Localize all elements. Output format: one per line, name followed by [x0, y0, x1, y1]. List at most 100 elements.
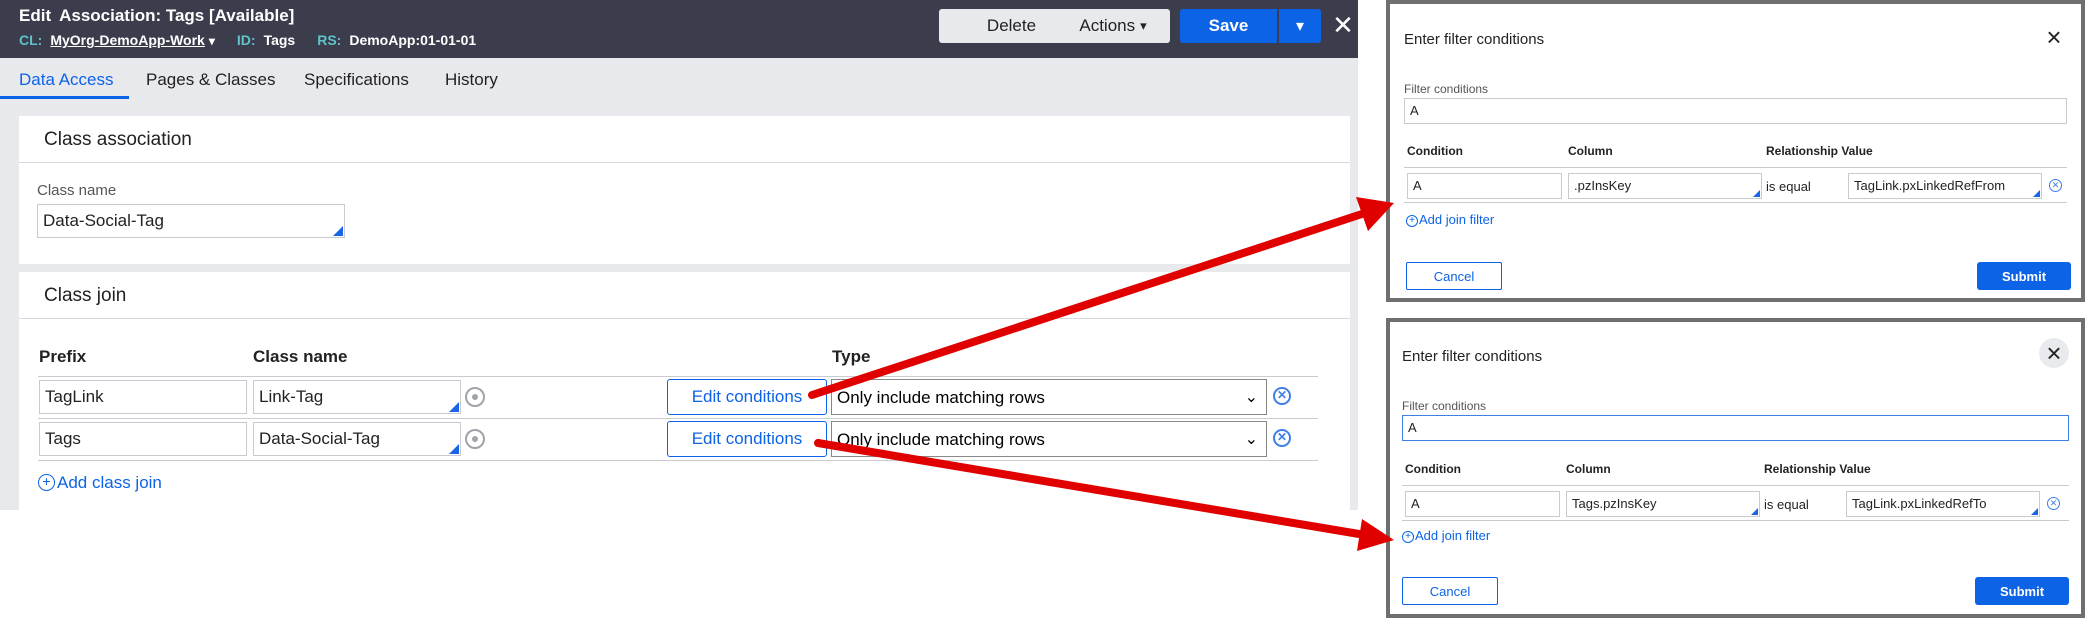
tab-data-access[interactable]: Data Access — [19, 70, 114, 90]
rs-label: RS: — [317, 32, 342, 48]
close-icon[interactable]: × — [2039, 338, 2069, 368]
delete-label: Delete — [986, 16, 1037, 35]
add-join-filter-label: Add join filter — [1415, 528, 1491, 543]
add-class-join-label: Add class join — [57, 473, 162, 492]
column-header: Column — [1568, 144, 1613, 158]
prefix-input[interactable]: Tags — [39, 422, 247, 456]
chevron-down-icon: ⌄ — [1244, 431, 1258, 448]
rule-meta: CL: MyOrg-DemoApp-Work ▾ ID: Tags RS: DemoApp:… — [19, 32, 498, 48]
autocomplete-corner-icon — [449, 402, 459, 412]
screenshot-canvas: Edit Association: Tags [Available] CL: MyO… — [0, 0, 2085, 618]
tab-history[interactable]: History — [445, 70, 498, 90]
filter-conditions-label: Filter conditions — [1404, 82, 1489, 96]
edit-conditions-label: Edit conditions — [691, 429, 803, 448]
close-icon[interactable]: ✕ — [1330, 12, 1356, 38]
remove-circle-icon[interactable]: ✕ — [2047, 497, 2060, 510]
tab-specifications[interactable]: Specifications — [304, 70, 409, 90]
divider — [19, 318, 1350, 319]
row-divider — [1402, 485, 2069, 486]
class-name-value: Data-Social-Tag — [43, 211, 164, 230]
save-button[interactable]: Save — [1180, 9, 1277, 43]
class-name-input[interactable]: Data-Social-Tag — [37, 204, 345, 238]
cl-label: CL: — [19, 32, 43, 48]
join-type-value: Only include matching rows — [837, 430, 1045, 449]
actions-label: Actions — [1079, 16, 1136, 35]
cancel-label: Cancel — [1429, 583, 1471, 599]
column-input[interactable]: .pzInsKey — [1568, 173, 1762, 199]
autocomplete-corner-icon — [333, 226, 343, 236]
condition-value: A — [1413, 178, 1422, 193]
column-input[interactable]: Tags.pzInsKey — [1566, 491, 1760, 517]
condition-input[interactable]: A — [1405, 491, 1560, 517]
submit-button[interactable]: Submit — [1977, 262, 2071, 290]
value-input[interactable]: TagLink.pxLinkedRefFrom — [1848, 173, 2042, 199]
cancel-button[interactable]: Cancel — [1406, 262, 1502, 290]
join-class-name-value: Link-Tag — [259, 387, 324, 406]
tab-pages-classes[interactable]: Pages & Classes — [146, 70, 275, 90]
save-label: Save — [1208, 16, 1249, 35]
add-circle-icon: + — [1402, 531, 1414, 543]
type-header: Type — [832, 347, 871, 366]
rule-name: Association: Tags [Available] — [59, 6, 295, 25]
chevron-down-icon: ⌄ — [1244, 389, 1258, 406]
prefix-input[interactable]: TagLink — [39, 380, 247, 414]
value-input[interactable]: TagLink.pxLinkedRefTo — [1846, 491, 2040, 517]
condition-input[interactable]: A — [1407, 173, 1562, 199]
filter-conditions-input[interactable]: A — [1402, 415, 2069, 441]
rule-header: Edit Association: Tags [Available] CL: MyO… — [0, 0, 1358, 58]
rule-title: Edit Association: Tags [Available] — [19, 6, 294, 26]
relationship-value: is equal — [1766, 179, 1811, 194]
filter-conditions-modal: Enter filter conditions × Filter conditi… — [1386, 318, 2085, 618]
row-divider — [38, 376, 1318, 377]
join-class-name-input[interactable]: Link-Tag — [253, 380, 461, 414]
remove-circle-icon[interactable]: ✕ — [2049, 179, 2062, 192]
autocomplete-corner-icon — [1751, 508, 1758, 515]
autocomplete-corner-icon — [1753, 190, 1760, 197]
join-class-name-input[interactable]: Data-Social-Tag — [253, 422, 461, 456]
add-join-filter-link[interactable]: + Add join filter — [1406, 212, 1494, 227]
row-divider — [1404, 202, 2067, 203]
add-join-filter-link[interactable]: + Add join filter — [1402, 528, 1490, 543]
tab-bar: Data Access Pages & Classes Specificatio… — [0, 58, 1358, 99]
filter-conditions-value: A — [1410, 103, 1419, 118]
add-class-join-link[interactable]: + Add class join — [38, 473, 162, 493]
cl-value-link[interactable]: MyOrg-DemoApp-Work — [50, 32, 205, 48]
filter-conditions-modal: Enter filter conditions × Filter conditi… — [1386, 0, 2085, 302]
chevron-down-icon[interactable]: ▾ — [209, 34, 215, 48]
remove-circle-icon[interactable]: ✕ — [1273, 429, 1291, 447]
prefix-header: Prefix — [39, 347, 87, 366]
condition-value: A — [1411, 496, 1420, 511]
autocomplete-corner-icon — [2031, 508, 2038, 515]
submit-button[interactable]: Submit — [1975, 577, 2069, 605]
value-value: TagLink.pxLinkedRefTo — [1852, 496, 1987, 511]
rule-form: Edit Association: Tags [Available] CL: MyO… — [0, 0, 1358, 510]
modal-title: Enter filter conditions — [1404, 31, 1545, 48]
relationship-value-header: Relationship Value — [1764, 462, 1871, 476]
column-header: Column — [1566, 462, 1611, 476]
join-type-select[interactable]: Only include matching rows ⌄ — [831, 379, 1267, 415]
class-name-label: Class name — [37, 182, 117, 199]
close-icon[interactable]: × — [2039, 22, 2069, 52]
chevron-down-icon: ▾ — [1140, 18, 1147, 33]
join-type-value: Only include matching rows — [837, 388, 1045, 407]
add-join-filter-label: Add join filter — [1419, 212, 1495, 227]
edit-conditions-button[interactable]: Edit conditions — [667, 421, 827, 457]
actions-button[interactable]: Actions ▾ — [1056, 9, 1170, 43]
section-title: Class association — [44, 129, 192, 150]
join-type-select[interactable]: Only include matching rows ⌄ — [831, 421, 1267, 457]
cancel-button[interactable]: Cancel — [1402, 577, 1498, 605]
value-value: TagLink.pxLinkedRefFrom — [1854, 178, 2006, 193]
submit-label: Submit — [1999, 583, 2045, 599]
condition-header: Condition — [1405, 462, 1461, 476]
column-value: .pzInsKey — [1574, 178, 1632, 193]
save-menu-button[interactable]: ▾ — [1279, 9, 1321, 43]
remove-circle-icon[interactable]: ✕ — [1273, 387, 1291, 405]
cancel-label: Cancel — [1433, 268, 1475, 284]
active-tab-indicator — [0, 96, 129, 99]
edit-label: Edit — [19, 6, 52, 25]
edit-conditions-button[interactable]: Edit conditions — [667, 379, 827, 415]
gear-icon[interactable] — [465, 387, 485, 407]
gear-icon[interactable] — [465, 429, 485, 449]
prefix-value: TagLink — [45, 387, 104, 406]
filter-conditions-input[interactable]: A — [1404, 98, 2067, 124]
